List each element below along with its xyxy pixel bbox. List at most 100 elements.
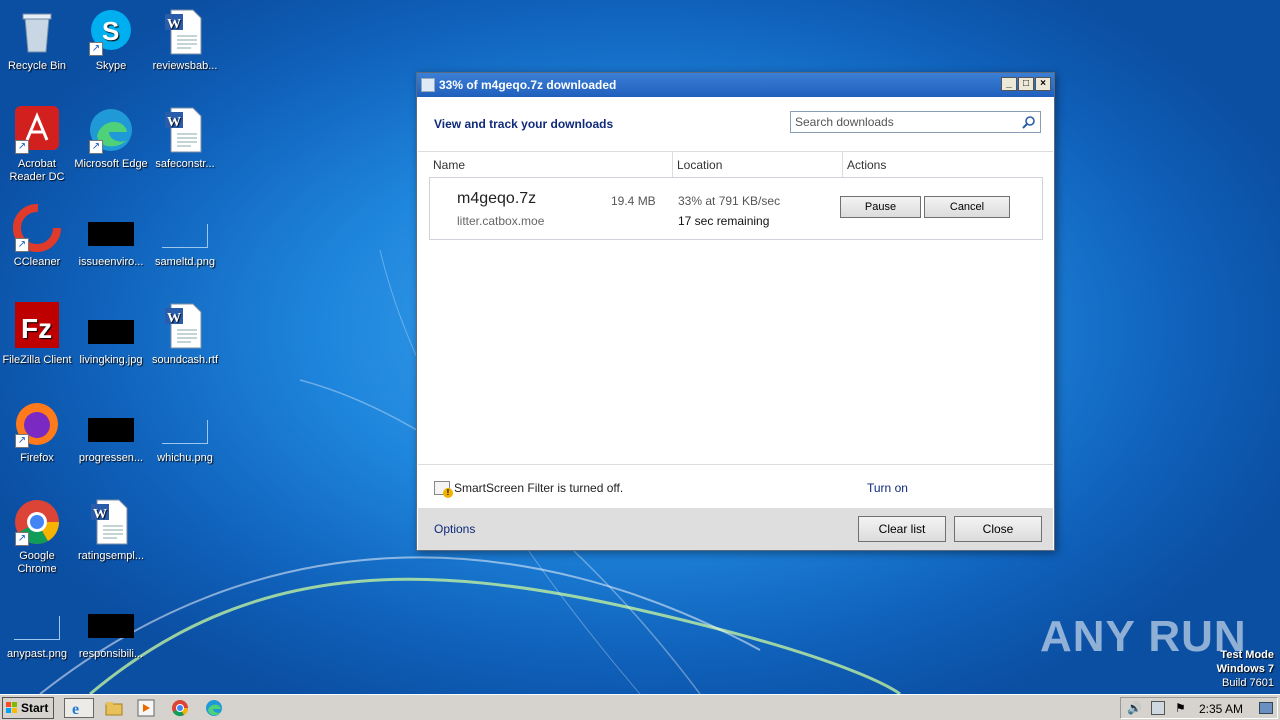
desktop-icon-responsibili[interactable]: responsibili... [74, 596, 148, 661]
desktop-icon-ccleaner[interactable]: ↗ CCleaner [0, 204, 74, 269]
test-mode-label: Test Mode [1220, 649, 1274, 661]
desktop-icon-whichu[interactable]: whichu.png [148, 400, 222, 465]
desktop-icon-label: FileZilla Client [2, 354, 72, 366]
word-document-icon: W [161, 302, 209, 350]
desktop-icon-label: whichu.png [157, 452, 213, 464]
dialog-subtitle: View and track your downloads [434, 117, 614, 131]
column-location[interactable]: Location [673, 152, 843, 178]
download-manager-icon [421, 78, 435, 92]
desktop-icon-label: Acrobat Reader DC [9, 158, 65, 183]
desktop-icon-issueenviro[interactable]: issueenviro... [74, 204, 148, 269]
column-name[interactable]: Name [418, 152, 673, 178]
download-source: litter.catbox.moe [457, 214, 545, 228]
recycle-bin-icon [13, 8, 61, 56]
search-placeholder: Search downloads [795, 115, 894, 129]
desktop-icon-livingking[interactable]: livingking.jpg [74, 302, 148, 367]
download-size: 19.4 MB [611, 194, 656, 208]
start-button[interactable]: Start [2, 697, 54, 719]
desktop-icon-label: Microsoft Edge [74, 158, 148, 170]
edge-taskbar-icon[interactable] [204, 698, 224, 718]
taskbar: Start e 🔊 ⚑ 2:35 AM [0, 694, 1280, 720]
desktop-icon-progressen[interactable]: progressen... [74, 400, 148, 465]
close-window-button[interactable]: × [1035, 77, 1051, 91]
volume-icon[interactable]: 🔊 [1127, 701, 1142, 715]
column-actions: Actions [847, 158, 887, 172]
desktop-icon-label: issueenviro... [78, 256, 144, 268]
image-thumbnail-icon [161, 400, 209, 448]
minimize-button[interactable]: _ [1001, 77, 1017, 91]
desktop-icon-acrobat[interactable]: ↗ Acrobat Reader DC [0, 106, 74, 184]
show-desktop-button[interactable] [1259, 702, 1273, 714]
shortcut-arrow-icon: ↗ [15, 140, 29, 154]
clear-list-button[interactable]: Clear list [858, 516, 946, 542]
edge-icon: ↗ [87, 106, 135, 154]
search-downloads-input[interactable]: Search downloads [790, 111, 1041, 133]
svg-text:W: W [93, 507, 107, 522]
desktop-icon-label: responsibili... [78, 648, 144, 660]
turn-on-link[interactable]: Turn on [867, 481, 908, 495]
desktop-icon-firefox[interactable]: ↗ Firefox [0, 400, 74, 465]
shortcut-arrow-icon: ↗ [89, 42, 103, 56]
desktop-icon-sameltd[interactable]: sameltd.png [148, 204, 222, 269]
close-button[interactable]: Close [954, 516, 1042, 542]
black-thumbnail-icon [87, 400, 135, 448]
image-thumbnail-icon [161, 204, 209, 252]
download-manager-window: 33% of m4geqo.7z downloaded _ □ × View a… [416, 72, 1055, 551]
desktop-icon-anypast[interactable]: anypast.png [0, 596, 74, 661]
smartscreen-bar: SmartScreen Filter is turned off. Turn o… [418, 464, 1053, 508]
chrome-taskbar-icon[interactable] [170, 698, 190, 718]
test-mode-watermark: Test Mode Windows 7 Build 7601 [1217, 648, 1274, 690]
action-center-flag-icon[interactable]: ⚑ [1175, 701, 1186, 715]
svg-text:W: W [167, 17, 181, 32]
desktop-icon-recycle-bin[interactable]: Recycle Bin [0, 8, 74, 73]
dialog-header: View and track your downloads Search dow… [417, 97, 1054, 151]
smartscreen-warning-icon [434, 481, 453, 498]
acrobat-icon: ↗ [13, 106, 61, 154]
desktop-icon-label: Skype [95, 60, 127, 72]
download-row[interactable]: m4geqo.7z 19.4 MB litter.catbox.moe 33% … [429, 177, 1043, 240]
shortcut-arrow-icon: ↗ [15, 238, 29, 252]
download-filename: m4geqo.7z [457, 190, 537, 207]
dialog-footer: Options Clear list Close [418, 508, 1053, 550]
black-thumbnail-icon [87, 596, 135, 644]
network-icon[interactable] [1151, 701, 1165, 715]
internet-explorer-taskbar-icon[interactable]: e [64, 698, 94, 718]
window-title: 33% of m4geqo.7z downloaded [439, 78, 617, 92]
word-document-icon: W [161, 106, 209, 154]
pause-button[interactable]: Pause [840, 196, 921, 218]
desktop-icon-label: reviewsbab... [152, 60, 218, 72]
shortcut-arrow-icon: ↗ [89, 140, 103, 154]
desktop-icon-label: ratingsempl... [77, 550, 145, 562]
smartscreen-text: SmartScreen Filter is turned off. [454, 481, 624, 495]
chrome-icon: ↗ [13, 498, 61, 546]
desktop-icon-label: anypast.png [7, 648, 67, 660]
firefox-icon: ↗ [13, 400, 61, 448]
cancel-button[interactable]: Cancel [924, 196, 1010, 218]
column-headers: Name Location Actions [418, 151, 1053, 178]
window-controls: _ □ × [1001, 77, 1051, 91]
desktop-icon-label: livingking.jpg [79, 354, 143, 366]
svg-text:S: S [102, 16, 119, 46]
desktop-icon-ratingsempl[interactable]: W ratingsempl... [74, 498, 148, 563]
desktop-icon-label: CCleaner [13, 256, 61, 268]
desktop-icon-skype[interactable]: S ↗ Skype [74, 8, 148, 73]
desktop-icon-soundcash[interactable]: W soundcash.rtf [148, 302, 222, 367]
desktop-icon-label: safeconstr... [155, 158, 215, 170]
desktop-icon-edge[interactable]: ↗ Microsoft Edge [74, 106, 148, 171]
file-explorer-taskbar-icon[interactable] [104, 698, 124, 718]
desktop-icon-filezilla[interactable]: Fz FileZilla Client [0, 302, 74, 367]
svg-text:Fz: Fz [21, 313, 52, 344]
desktop-icon-reviewsbab[interactable]: W reviewsbab... [148, 8, 222, 73]
window-titlebar[interactable]: 33% of m4geqo.7z downloaded _ □ × [417, 73, 1054, 97]
desktop-icon-label: soundcash.rtf [151, 354, 219, 366]
options-link[interactable]: Options [434, 522, 475, 536]
media-player-taskbar-icon[interactable] [136, 698, 156, 718]
desktop-icon-label: Google Chrome [17, 550, 57, 575]
start-label: Start [21, 701, 49, 715]
clock[interactable]: 2:35 AM [1199, 702, 1243, 716]
download-remaining: 17 sec remaining [678, 214, 770, 228]
maximize-button[interactable]: □ [1018, 77, 1034, 91]
desktop-icon-chrome[interactable]: ↗ Google Chrome [0, 498, 74, 576]
search-icon[interactable] [1022, 115, 1036, 129]
desktop-icon-safeconstr[interactable]: W safeconstr... [148, 106, 222, 171]
